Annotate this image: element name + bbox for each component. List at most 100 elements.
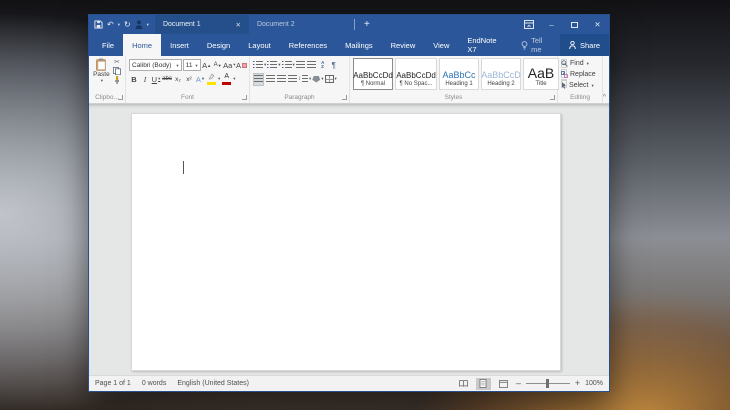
highlighter-icon bbox=[206, 73, 217, 86]
document-area[interactable] bbox=[89, 104, 609, 375]
shading-button[interactable] bbox=[312, 73, 323, 86]
tab-insert[interactable]: Insert bbox=[161, 34, 198, 56]
numbering-button[interactable] bbox=[267, 59, 280, 72]
borders-grid-icon bbox=[325, 75, 334, 83]
align-right-button[interactable] bbox=[276, 73, 286, 86]
undo-dropdown-icon[interactable]: ▾ bbox=[118, 22, 120, 28]
change-case-button[interactable]: Aa bbox=[224, 59, 235, 72]
quick-access-toolbar: ↶ ▾ ↻ ▾ bbox=[89, 15, 155, 34]
clipboard-dialog-launcher[interactable] bbox=[118, 95, 123, 100]
align-left-button[interactable] bbox=[253, 73, 264, 86]
style-heading-1[interactable]: AaBbCc Heading 1 bbox=[439, 58, 479, 90]
font-size-combobox[interactable]: 11 bbox=[183, 59, 201, 71]
tab-view[interactable]: View bbox=[424, 34, 458, 56]
zoom-in-button[interactable]: + bbox=[575, 379, 580, 388]
redo-icon[interactable]: ↻ bbox=[124, 21, 131, 29]
customize-qat-icon[interactable]: ▾ bbox=[147, 22, 149, 28]
bullets-button[interactable] bbox=[253, 59, 266, 72]
style-heading-2[interactable]: AaBbCcD Heading 2 bbox=[481, 58, 521, 90]
doc-tab-label: Document 2 bbox=[257, 21, 295, 28]
tab-review[interactable]: Review bbox=[382, 34, 425, 56]
superscript-button[interactable]: x² bbox=[184, 73, 194, 86]
read-mode-button[interactable] bbox=[456, 378, 471, 390]
close-tab-icon[interactable]: ✕ bbox=[235, 21, 240, 29]
multilevel-list-button[interactable] bbox=[282, 59, 295, 72]
cut-icon[interactable]: ✂ bbox=[114, 59, 120, 66]
format-painter-icon[interactable] bbox=[113, 76, 121, 84]
maximize-button[interactable] bbox=[563, 15, 586, 34]
minimize-button[interactable]: – bbox=[540, 15, 563, 34]
paragraph-dialog-launcher[interactable] bbox=[342, 95, 347, 100]
replace-button[interactable]: Replace bbox=[561, 69, 600, 80]
ribbon: Paste ✂ Clipbo... bbox=[89, 56, 609, 104]
page-indicator[interactable]: Page 1 of 1 bbox=[95, 380, 131, 387]
text-cursor bbox=[183, 161, 184, 174]
style-normal[interactable]: AaBbCcDd ¶ Normal bbox=[353, 58, 393, 90]
tell-me-box[interactable]: Tell me bbox=[512, 34, 560, 56]
tab-endnote-x7[interactable]: EndNote X7 bbox=[458, 34, 512, 56]
zoom-out-button[interactable]: – bbox=[516, 379, 521, 388]
status-bar: Page 1 of 1 0 words English (United Stat… bbox=[89, 375, 609, 391]
clear-formatting-button[interactable]: A bbox=[236, 59, 247, 72]
doc-tab-document-2[interactable]: Document 2 bbox=[249, 15, 349, 34]
italic-button[interactable]: I bbox=[140, 73, 150, 86]
align-center-button[interactable] bbox=[265, 73, 275, 86]
save-icon[interactable] bbox=[94, 20, 103, 29]
sort-button[interactable]: AZ bbox=[318, 59, 328, 72]
text-effects-button[interactable]: A bbox=[195, 73, 205, 86]
print-layout-button[interactable] bbox=[476, 378, 491, 390]
shrink-font-button[interactable]: A▼ bbox=[213, 59, 223, 72]
share-button[interactable]: Share bbox=[560, 34, 609, 56]
collapse-ribbon-icon[interactable]: ^ bbox=[603, 94, 606, 101]
select-label: Select bbox=[569, 82, 588, 89]
styles-gallery: AaBbCcDd ¶ Normal AaBbCcDd ¶ No Spac... … bbox=[353, 58, 559, 92]
doc-tab-document-1[interactable]: Document 1 ✕ bbox=[155, 15, 249, 34]
person-icon bbox=[569, 41, 576, 49]
font-family-value: Calibri (Body) bbox=[132, 62, 171, 69]
font-family-combobox[interactable]: Calibri (Body) bbox=[129, 59, 182, 71]
web-layout-button[interactable] bbox=[496, 378, 511, 390]
select-button[interactable]: Select bbox=[561, 80, 600, 91]
tab-file[interactable]: File bbox=[93, 34, 123, 56]
find-button[interactable]: Find bbox=[561, 58, 600, 69]
new-tab-button[interactable]: + bbox=[360, 19, 374, 30]
justify-button[interactable] bbox=[287, 73, 297, 86]
font-color-button[interactable]: A bbox=[221, 73, 235, 86]
increase-indent-button[interactable] bbox=[307, 59, 317, 72]
styles-dialog-launcher[interactable] bbox=[550, 95, 555, 100]
touch-mode-icon[interactable] bbox=[135, 20, 143, 29]
decrease-indent-button[interactable] bbox=[296, 59, 306, 72]
tab-design[interactable]: Design bbox=[198, 34, 239, 56]
font-dialog-launcher[interactable] bbox=[242, 95, 247, 100]
style-title[interactable]: AaB Title bbox=[523, 58, 559, 90]
editing-group: Find Replace Select bbox=[558, 56, 603, 103]
word-count[interactable]: 0 words bbox=[142, 380, 167, 387]
grow-font-button[interactable]: A▲ bbox=[202, 59, 212, 72]
tab-references[interactable]: References bbox=[280, 34, 336, 56]
undo-icon[interactable]: ↶ bbox=[107, 21, 114, 29]
line-spacing-button[interactable]: ↕ bbox=[298, 73, 311, 86]
zoom-slider[interactable] bbox=[526, 383, 570, 384]
paste-button[interactable]: Paste bbox=[92, 58, 111, 92]
borders-button[interactable] bbox=[325, 73, 337, 86]
document-page[interactable] bbox=[131, 113, 561, 371]
underline-button[interactable]: U bbox=[151, 73, 161, 86]
title-bar[interactable]: ↶ ▾ ↻ ▾ Document 1 ✕ Document 2 + bbox=[89, 15, 609, 34]
style-no-spacing[interactable]: AaBbCcDd ¶ No Spac... bbox=[395, 58, 437, 90]
show-formatting-marks-button[interactable]: ¶ bbox=[329, 59, 339, 72]
tell-me-label: Tell me bbox=[531, 36, 551, 54]
language-indicator[interactable]: English (United States) bbox=[177, 380, 249, 387]
text-highlight-button[interactable] bbox=[206, 73, 220, 86]
tab-home[interactable]: Home bbox=[123, 34, 161, 56]
tab-mailings[interactable]: Mailings bbox=[336, 34, 382, 56]
magnifier-icon bbox=[561, 60, 568, 67]
tab-layout[interactable]: Layout bbox=[239, 34, 280, 56]
zoom-percentage[interactable]: 100% bbox=[585, 380, 603, 387]
subscript-button[interactable]: x₂ bbox=[173, 73, 183, 86]
zoom-slider-thumb[interactable] bbox=[546, 379, 549, 388]
ribbon-display-options-icon[interactable] bbox=[517, 15, 540, 34]
close-button[interactable]: ✕ bbox=[586, 15, 609, 34]
bold-button[interactable]: B bbox=[129, 73, 139, 86]
copy-icon[interactable] bbox=[113, 67, 121, 75]
strikethrough-button[interactable]: abc bbox=[162, 73, 172, 86]
